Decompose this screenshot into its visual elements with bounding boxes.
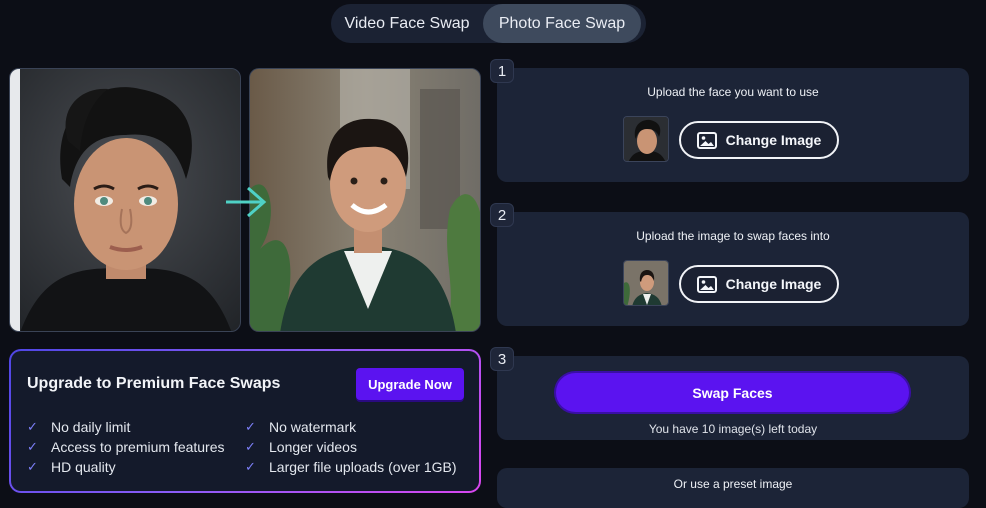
step-number-badge: 3 <box>490 347 514 371</box>
target-image-preview <box>249 68 481 332</box>
step-1-label: Upload the face you want to use <box>647 85 819 99</box>
remaining-count-text: You have 10 image(s) left today <box>648 422 818 436</box>
check-icon: ✓ <box>27 459 38 474</box>
step-3-card: 3 Swap Faces You have 10 image(s) left t… <box>490 347 969 440</box>
mode-tabs: Video Face Swap Photo Face Swap <box>331 4 646 43</box>
feature-item: ✓ Larger file uploads (over 1GB) <box>245 459 457 475</box>
check-icon: ✓ <box>245 439 256 454</box>
check-icon: ✓ <box>27 419 38 434</box>
step-number-badge: 2 <box>490 203 514 227</box>
feature-item: ✓ No watermark <box>245 419 357 435</box>
preset-image-card: Or use a preset image <box>497 468 969 508</box>
upgrade-panel: Upgrade to Premium Face Swaps Upgrade No… <box>9 349 481 493</box>
feature-item: ✓ Access to premium features <box>27 439 225 455</box>
tab-photo-face-swap[interactable]: Photo Face Swap <box>483 4 641 43</box>
tab-video-face-swap[interactable]: Video Face Swap <box>331 4 483 43</box>
image-icon <box>696 131 717 149</box>
check-icon: ✓ <box>27 439 38 454</box>
target-image-thumbnail <box>623 260 669 306</box>
check-icon: ✓ <box>245 459 256 474</box>
arrow-right-icon <box>226 186 267 218</box>
upgrade-now-button[interactable]: Upgrade Now <box>356 368 464 400</box>
image-icon <box>696 275 717 293</box>
upgrade-title: Upgrade to Premium Face Swaps <box>27 375 281 392</box>
change-target-image-button[interactable]: Change Image <box>679 265 839 303</box>
swap-faces-button[interactable]: Swap Faces <box>556 373 909 412</box>
step-2-card: 2 Upload the image to swap faces into Ch… <box>490 203 969 326</box>
source-face-thumbnail <box>623 116 669 162</box>
feature-item: ✓ Longer videos <box>245 439 357 455</box>
feature-item: ✓ No daily limit <box>27 419 131 435</box>
source-face-preview <box>9 68 241 332</box>
check-icon: ✓ <box>245 419 256 434</box>
preset-image-label[interactable]: Or use a preset image <box>497 477 969 491</box>
step-2-label: Upload the image to swap faces into <box>636 229 830 243</box>
step-1-card: 1 Upload the face you want to use Change… <box>490 59 969 182</box>
feature-item: ✓ HD quality <box>27 459 116 475</box>
change-face-image-button[interactable]: Change Image <box>679 121 839 159</box>
step-number-badge: 1 <box>490 59 514 83</box>
